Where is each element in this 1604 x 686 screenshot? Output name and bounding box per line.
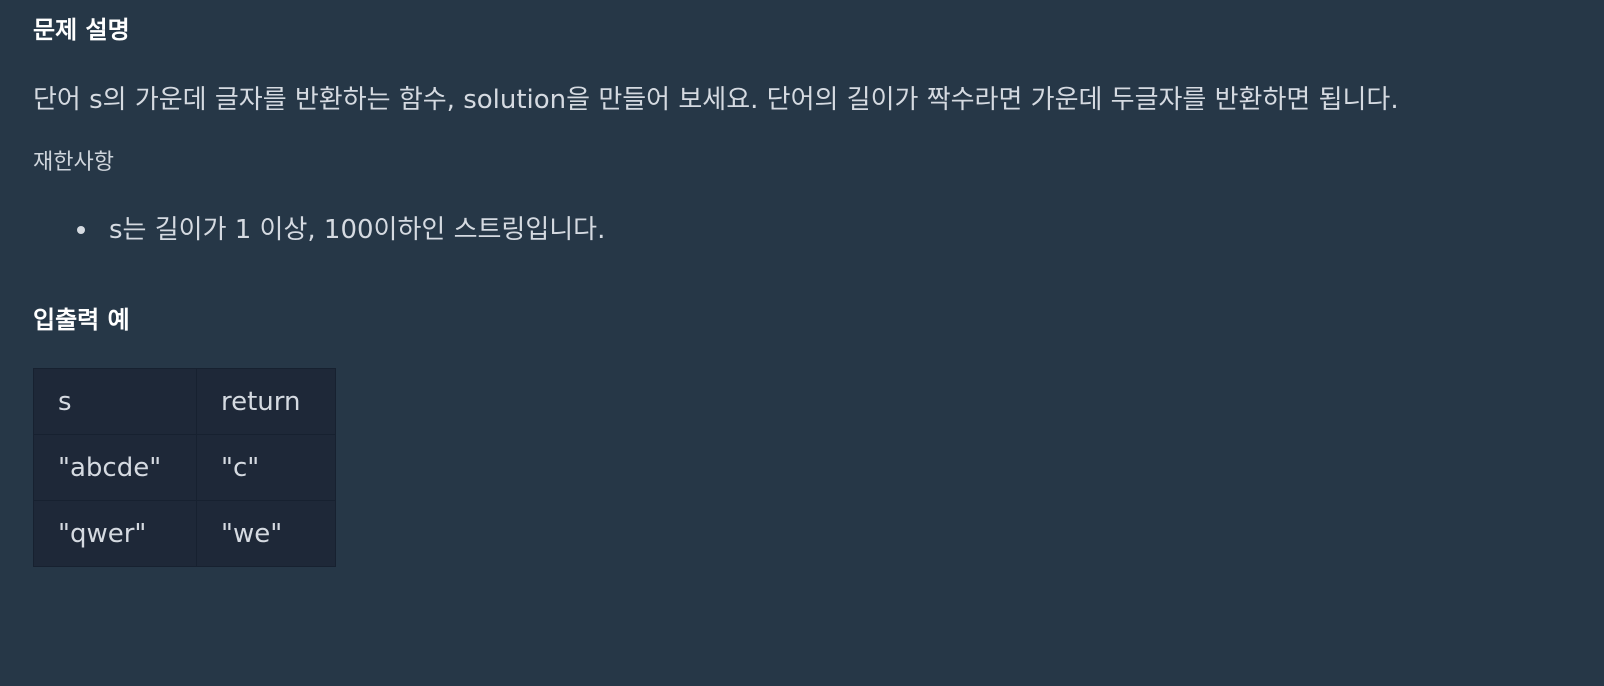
table-cell-s: "qwer" bbox=[33, 500, 197, 567]
bullet-icon bbox=[77, 226, 85, 234]
column-header-return: return bbox=[196, 368, 336, 435]
column-header-s: s bbox=[33, 368, 197, 435]
problem-title: 문제 설명 bbox=[33, 16, 130, 44]
examples-table: s return "abcde" "c" "qwer" "we" bbox=[33, 368, 336, 567]
table-header-row: s return bbox=[33, 368, 336, 435]
constraint-item: s는 길이가 1 이상, 100이하인 스트링입니다. bbox=[77, 210, 1574, 250]
table-cell-return: "c" bbox=[196, 434, 336, 501]
problem-description: 단어 s의 가운데 글자를 반환하는 함수, solution을 만들어 보세요… bbox=[33, 85, 1399, 115]
table-row: "abcde" "c" bbox=[33, 434, 336, 501]
constraint-text: s는 길이가 1 이상, 100이하인 스트링입니다. bbox=[109, 215, 606, 245]
table-cell-s: "abcde" bbox=[33, 434, 197, 501]
examples-title: 입출력 예 bbox=[33, 306, 130, 334]
table-row: "qwer" "we" bbox=[33, 500, 336, 567]
table-cell-return: "we" bbox=[196, 500, 336, 567]
problem-description-panel: 문제 설명 단어 s의 가운데 글자를 반환하는 함수, solution을 만… bbox=[0, 0, 1604, 567]
constraints-list: s는 길이가 1 이상, 100이하인 스트링입니다. bbox=[33, 210, 1574, 250]
constraints-title: 재한사항 bbox=[33, 150, 114, 175]
